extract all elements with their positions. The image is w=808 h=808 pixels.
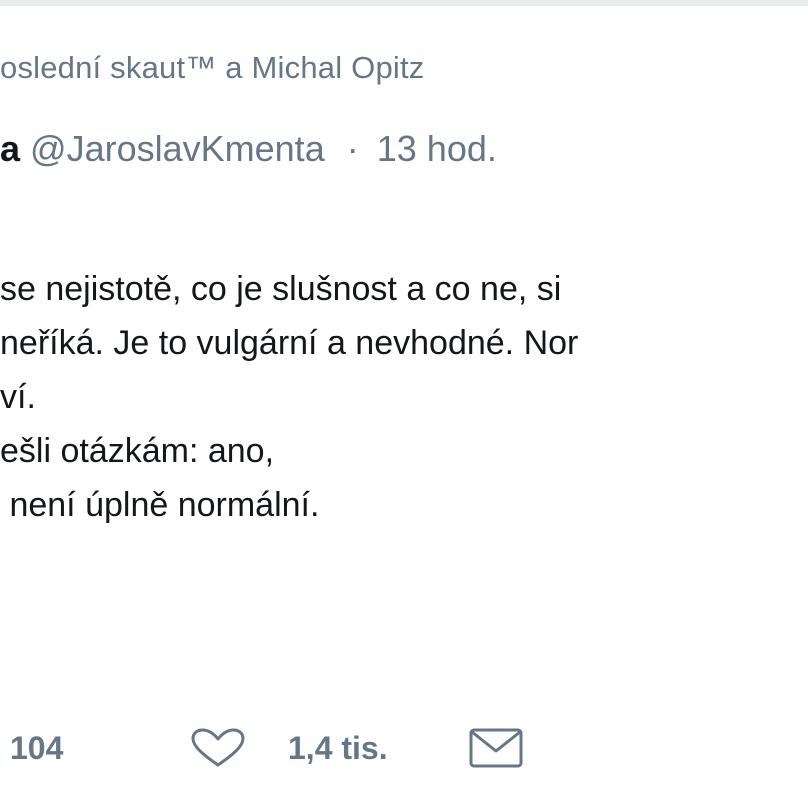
author-name[interactable]: a xyxy=(0,128,20,169)
divider xyxy=(0,0,808,6)
tweet-card[interactable]: oslední skaut™ a Michal Opitz a @Jarosla… xyxy=(0,0,808,808)
tweet-text-line: ešli otázkám: ano, xyxy=(0,432,275,470)
tweet-text-line: ví. xyxy=(0,378,36,416)
tweet-text-line: neříká. Je to vulgární a nevhodné. Nor xyxy=(0,324,579,362)
tweet-timestamp[interactable]: 13 hod. xyxy=(377,128,497,169)
tweet-text-line: není úplně normální. xyxy=(0,486,320,524)
separator-dot: · xyxy=(346,128,359,169)
heart-icon xyxy=(190,728,246,768)
author-handle[interactable]: @JaroslavKmenta xyxy=(30,128,325,169)
tweet-body: se nejistotě, co je slušnost a co ne, si… xyxy=(0,262,578,532)
direct-message-button[interactable] xyxy=(468,718,524,778)
envelope-icon xyxy=(468,727,524,769)
tweet-text-line: se nejistotě, co je slušnost a co ne, si xyxy=(0,270,562,308)
tweet-actions: 104 1,4 tis. xyxy=(0,718,808,778)
retweet-button[interactable]: 104 xyxy=(10,718,63,778)
like-count: 1,4 tis. xyxy=(288,729,388,766)
retweet-count: 104 xyxy=(10,729,64,766)
like-button[interactable]: 1,4 tis. xyxy=(190,718,388,778)
social-context[interactable]: oslední skaut™ a Michal Opitz xyxy=(0,50,424,86)
tweet-header: a @JaroslavKmenta · 13 hod. xyxy=(0,128,497,170)
